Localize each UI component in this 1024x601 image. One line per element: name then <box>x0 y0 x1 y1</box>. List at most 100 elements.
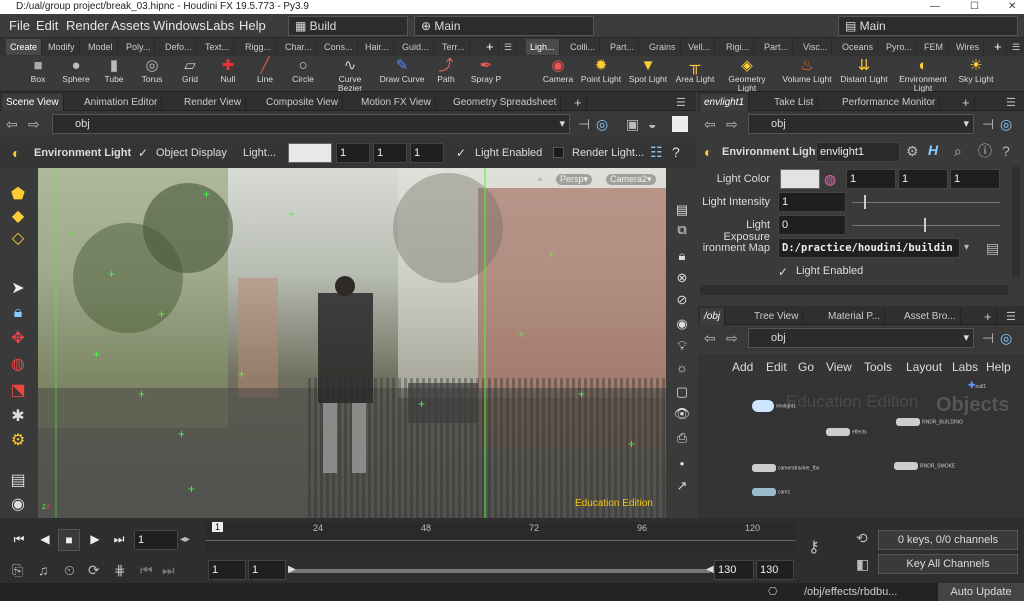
ghost-icon[interactable]: ⧉ <box>671 220 693 240</box>
tool-sky-light[interactable]: ☀ Sky Light <box>954 56 998 92</box>
shelf-tab-rigging[interactable]: Rigg... <box>241 39 277 55</box>
tool-spot-light[interactable]: ▼ Spot Light <box>626 56 670 92</box>
shelf-tab-character[interactable]: Char... <box>281 39 317 55</box>
current-frame-field[interactable]: 1 <box>134 530 178 550</box>
net-menu-layout[interactable]: Layout <box>906 360 942 374</box>
shelf-tab-lights[interactable]: Ligh... <box>526 39 560 55</box>
rotate-tool-icon[interactable]: ◍ <box>6 354 30 376</box>
back-arrow-icon[interactable]: ⇦ <box>704 330 716 346</box>
stop-icon[interactable]: ■ <box>58 529 80 551</box>
tool-area-light[interactable]: ╥ Area Light <box>672 56 718 92</box>
add-shelf-tab-right-icon[interactable]: + <box>990 39 1007 55</box>
chevron-down-icon[interactable]: ▾ <box>964 240 969 256</box>
shelf-tab-texture[interactable]: Text... <box>201 39 235 55</box>
shelf-tab-pyro[interactable]: Pyro... <box>882 39 918 55</box>
info-icon[interactable]: ⓘ <box>978 143 992 159</box>
tool-sphere[interactable]: ● Sphere <box>56 56 96 92</box>
frame-range-icon[interactable]: ⋕ <box>114 562 126 578</box>
end-frame-field[interactable]: 130 <box>714 560 754 580</box>
light-enabled-check-icon[interactable]: ✓ <box>456 146 466 160</box>
intensity-field[interactable]: 1 <box>778 192 846 212</box>
range-start-icon[interactable]: ⏮ <box>140 562 153 578</box>
param-color-swatch[interactable] <box>780 169 820 189</box>
pick-icon[interactable]: ↗ <box>671 476 693 496</box>
help-icon[interactable]: ? <box>1002 143 1010 159</box>
pointer-icon[interactable]: ➤ <box>6 278 30 300</box>
net-menu-view[interactable]: View <box>826 360 852 374</box>
tool-null[interactable]: ✚ Null <box>208 56 248 92</box>
tool-tube[interactable]: ▮ Tube <box>94 56 134 92</box>
exposure-field[interactable]: 0 <box>778 215 846 235</box>
shelf-tab-vellum[interactable]: Vell... <box>684 39 716 55</box>
shelf-tab-rigid[interactable]: Rigi... <box>722 39 755 55</box>
render-light-checkbox[interactable] <box>553 147 564 158</box>
add-shelf-tab-icon[interactable]: + <box>482 39 499 55</box>
shelf-tab-deform[interactable]: Defo... <box>161 39 197 55</box>
scene-viewport[interactable]: + + + + + + + + + + + + + + + 🔒︎ Persp▾ … <box>38 168 666 518</box>
template-icon[interactable]: ⊘ <box>671 290 693 310</box>
light-options-icon[interactable]: ☼ <box>671 358 693 378</box>
timeline-ruler[interactable]: 1 24 48 72 96 120 <box>206 522 796 552</box>
forward-arrow-icon[interactable]: ⇨ <box>726 116 738 132</box>
shelf-tab-oceans[interactable]: Oceans <box>838 39 879 55</box>
tool-distant-light[interactable]: ⇊ Distant Light <box>840 56 888 92</box>
back-arrow-icon[interactable]: ⇦ <box>6 116 18 132</box>
intensity-slider-handle[interactable] <box>864 195 866 209</box>
light-color-g-field[interactable]: 1 <box>373 143 407 163</box>
minimize-icon[interactable]: — <box>930 0 940 14</box>
tab-composite-view[interactable]: Composite View <box>262 94 344 111</box>
tool-point-light[interactable]: ✹ Point Light <box>578 56 624 92</box>
shelf-right-menu-icon[interactable]: ☰ <box>1008 39 1024 55</box>
shelf-tab-particle-fluids[interactable]: Part... <box>760 39 794 55</box>
node-name-field[interactable]: envlight1 <box>816 142 900 162</box>
link-icon[interactable]: ◎ <box>1000 330 1012 346</box>
end-frame-field-2[interactable]: 130 <box>756 560 794 580</box>
camera-view-icon[interactable]: ▢ <box>671 382 693 402</box>
lock-icon[interactable]: 🔒︎ <box>6 302 30 324</box>
hda-icon[interactable]: H <box>928 142 938 158</box>
tab-asset-browser[interactable]: Asset Bro... <box>900 308 961 325</box>
tab-geometry-spreadsheet[interactable]: Geometry Spreadsheet <box>449 94 562 111</box>
jump-end-icon[interactable]: ⏭ <box>108 529 130 551</box>
left-path-field[interactable]: obj ▾ <box>52 114 570 134</box>
param-color-b[interactable]: 1 <box>950 169 1000 189</box>
select-tool-icon[interactable]: ⬟ <box>6 184 30 206</box>
pane-menu-icon[interactable]: ☰ <box>676 95 686 111</box>
shelf-tab-model[interactable]: Model <box>84 39 118 55</box>
network-path-field[interactable]: obj ▾ <box>748 328 974 348</box>
shelf-tab-hair[interactable]: Hair... <box>361 39 394 55</box>
start-frame-field[interactable]: 1 <box>208 560 246 580</box>
param-light-enabled-check-icon[interactable]: ✓ <box>778 265 788 279</box>
add-right-pane-tab-icon[interactable]: + <box>958 94 975 111</box>
key-icon[interactable]: ⚷ <box>808 540 820 556</box>
move-tool-icon[interactable]: ✥ <box>6 328 30 350</box>
intensity-slider[interactable] <box>852 202 1000 203</box>
shelf-tab-guide[interactable]: Guid... <box>398 39 434 55</box>
tool-draw-curve[interactable]: ✎ Draw Curve <box>378 56 426 92</box>
param-color-g[interactable]: 1 <box>898 169 948 189</box>
shelf-tab-terrain[interactable]: Terr... <box>438 39 470 55</box>
select-prims-icon[interactable]: ◇ <box>6 228 30 250</box>
scale-tool-icon[interactable]: ⬔ <box>6 380 30 402</box>
net-menu-labs[interactable]: Labs <box>952 360 978 374</box>
node-effects[interactable]: effects <box>826 428 867 436</box>
lock-view-icon[interactable]: 🔒︎ <box>538 174 542 184</box>
snapshot-icon[interactable]: ⎙ <box>671 428 693 448</box>
pin-icon[interactable]: ⊣ <box>578 116 590 132</box>
range-slider[interactable] <box>290 569 710 573</box>
link-icon[interactable]: ◎ <box>596 116 608 132</box>
menu-labs[interactable]: Labs <box>206 18 234 33</box>
net-menu-tools[interactable]: Tools <box>864 360 892 374</box>
light-color-b-field[interactable]: 1 <box>410 143 444 163</box>
node-null1[interactable]: ✚null1 <box>968 380 986 391</box>
background-swatch[interactable] <box>672 116 688 132</box>
exposure-slider[interactable] <box>852 225 1000 226</box>
back-arrow-icon[interactable]: ⇦ <box>704 116 716 132</box>
shelf-tab-fem[interactable]: FEM <box>920 39 948 55</box>
light-bulb-icon[interactable]: 💡︎ <box>671 336 693 356</box>
key-channels-icon[interactable]: ◧ <box>856 556 869 572</box>
close-icon[interactable]: ✕ <box>1008 0 1016 14</box>
select-points-icon[interactable]: ◆ <box>6 206 30 228</box>
shelf-tab-wires[interactable]: Wires <box>952 39 984 55</box>
tool-environment-light[interactable]: ◐ Environment Light <box>894 56 952 93</box>
